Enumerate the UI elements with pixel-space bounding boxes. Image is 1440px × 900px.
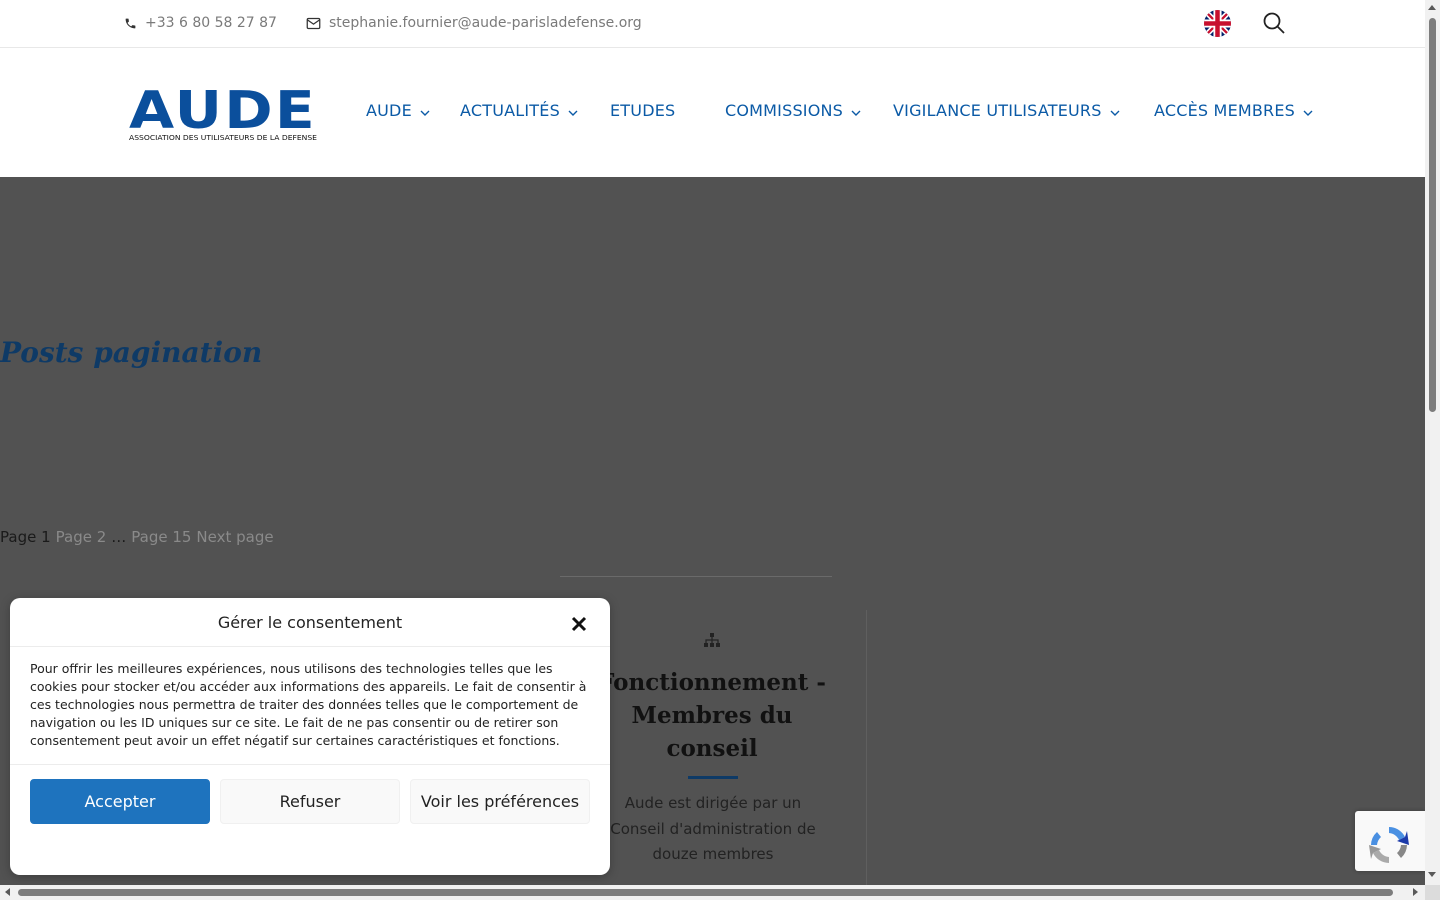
pagination-next[interactable]: Next page: [196, 528, 273, 546]
nav-item-acces-membres[interactable]: ACCÈS MEMBRES: [1154, 101, 1313, 120]
pagination-ellipsis: …: [111, 528, 127, 546]
email-address: stephanie.fournier@aude-parisladefense.o…: [329, 15, 642, 31]
cookie-consent-dialog: Gérer le consentement Pour offrir les me…: [10, 598, 610, 875]
aude-logo[interactable]: AUDE ASSOCIATION DES UTILISATEURS DE LA …: [128, 84, 318, 142]
chevron-down-icon: [420, 110, 430, 116]
deny-button[interactable]: Refuser: [220, 779, 400, 824]
phone-contact[interactable]: +33 6 80 58 27 87: [124, 15, 277, 31]
vertical-scrollbar[interactable]: [1425, 0, 1440, 885]
main-header: AUDE ASSOCIATION DES UTILISATEURS DE LA …: [0, 48, 1425, 177]
cookie-dialog-divider: [10, 764, 610, 765]
nav-item-actualites[interactable]: ACTUALITÉS: [460, 101, 578, 120]
page-title: Posts pagination: [0, 336, 263, 369]
card-title[interactable]: Fonctionnement - Membres du conseil: [596, 666, 828, 765]
search-icon[interactable]: [1262, 11, 1286, 35]
nav-item-commissions[interactable]: COMMISSIONS: [725, 101, 861, 120]
uk-flag-icon[interactable]: [1204, 10, 1231, 37]
chevron-down-icon: [1110, 110, 1120, 116]
sitemap-icon: [704, 633, 720, 647]
accept-button[interactable]: Accepter: [30, 779, 210, 824]
card-title-underline: [688, 776, 738, 779]
cookie-dialog-title: Gérer le consentement: [217, 613, 403, 632]
scroll-down-arrow-icon[interactable]: [1428, 872, 1436, 877]
close-icon[interactable]: [570, 615, 588, 633]
nav-item-aude[interactable]: AUDE: [366, 101, 430, 120]
cookie-dialog-message: Pour offrir les meilleures expériences, …: [30, 661, 587, 748]
pagination-page-2[interactable]: Page 2: [56, 528, 107, 546]
pagination: Page 1 Page 2 … Page 15 Next page: [0, 528, 274, 546]
top-bar: +33 6 80 58 27 87 stephanie.fournier@aud…: [0, 0, 1425, 48]
phone-icon: [125, 18, 136, 28]
recaptcha-icon: [1369, 827, 1409, 863]
pagination-page-15[interactable]: Page 15: [131, 528, 191, 546]
horizontal-scroll-thumb[interactable]: [18, 889, 1393, 896]
card-divider-vertical: [866, 610, 867, 900]
scroll-left-arrow-icon[interactable]: [5, 888, 10, 896]
logo-tagline: ASSOCIATION DES UTILISATEURS DE LA DEFEN…: [129, 133, 317, 142]
scroll-right-arrow-icon[interactable]: [1413, 888, 1418, 896]
card-divider: [560, 576, 832, 577]
phone-number: +33 6 80 58 27 87: [145, 15, 277, 31]
horizontal-scrollbar[interactable]: [0, 885, 1425, 900]
chevron-down-icon: [851, 110, 861, 116]
chevron-down-icon: [1303, 110, 1313, 116]
chevron-down-icon: [568, 110, 578, 116]
pagination-current: Page 1: [0, 528, 51, 546]
cookie-dialog-divider: [10, 646, 610, 647]
recaptcha-badge[interactable]: [1355, 811, 1425, 871]
preferences-button[interactable]: Voir les préférences: [410, 779, 590, 824]
email-contact[interactable]: stephanie.fournier@aude-parisladefense.o…: [306, 15, 642, 31]
vertical-scroll-thumb[interactable]: [1429, 18, 1436, 412]
scroll-up-arrow-icon[interactable]: [1428, 5, 1436, 10]
envelope-icon: [306, 17, 321, 29]
nav-item-etudes[interactable]: ETUDES: [610, 101, 675, 120]
scrollbar-corner: [1425, 885, 1440, 900]
card-excerpt: Aude est dirigée par un Conseil d'admini…: [610, 794, 816, 863]
nav-item-vigilance[interactable]: VIGILANCE UTILISATEURS: [893, 101, 1120, 120]
